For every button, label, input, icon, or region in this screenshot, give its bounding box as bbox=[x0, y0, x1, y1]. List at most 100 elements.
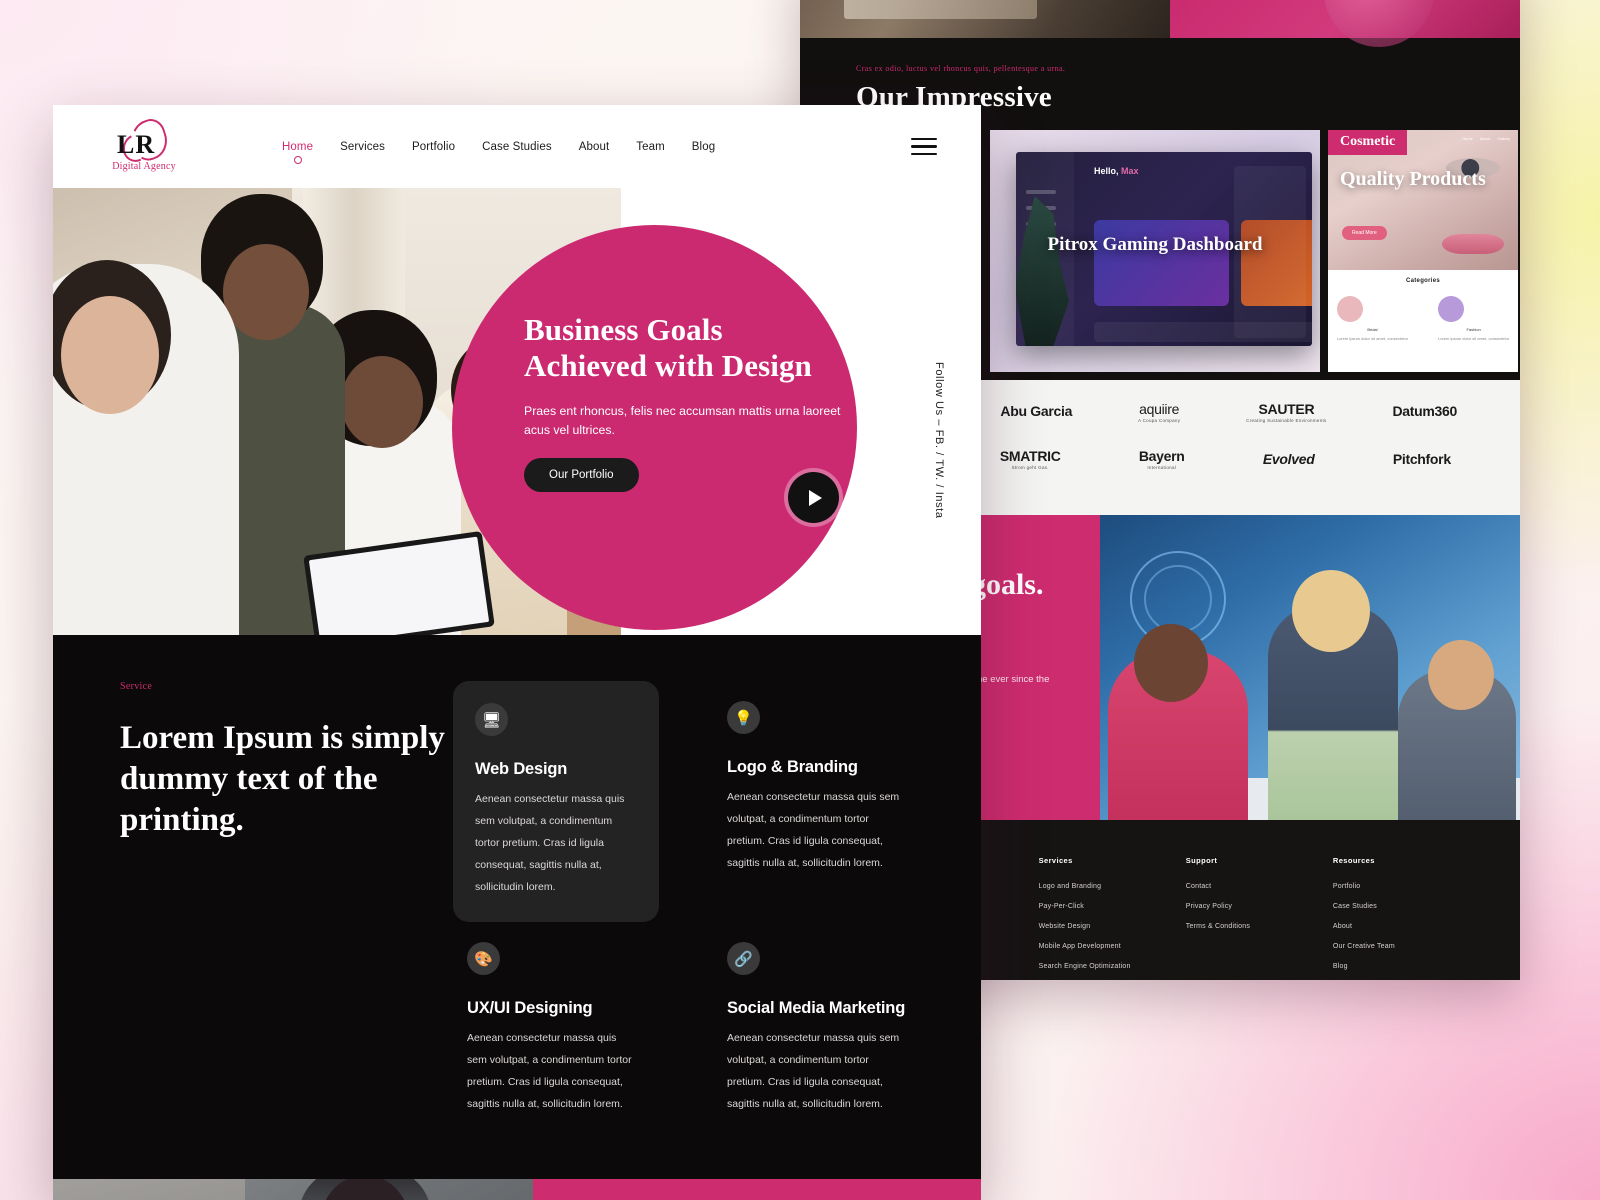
category-fashion[interactable]: Fashion Lorem ipsum dolor sit amet, cons… bbox=[1438, 296, 1509, 342]
footer-link[interactable]: Blog bbox=[1333, 963, 1480, 970]
hero-text-block: Business Goals Achieved with Design Prae… bbox=[524, 312, 844, 492]
sidebar-item bbox=[1026, 190, 1056, 194]
service-card-web-design[interactable]: 🖥 Web Design Aenean consectetur massa qu… bbox=[453, 681, 659, 923]
photo-person-2-face bbox=[223, 244, 309, 340]
game-list-row bbox=[1094, 322, 1312, 342]
hamburger-bar bbox=[911, 145, 937, 148]
client-logo: SMATRIC Strom geht Gas. bbox=[1000, 449, 1061, 470]
fashion-sub: Lorem ipsum dolor sit amet, consectetur bbox=[1438, 336, 1510, 341]
footer-link[interactable]: Logo and Branding bbox=[1039, 883, 1186, 890]
footer-link[interactable]: Portfolio bbox=[1333, 883, 1480, 890]
footer-link[interactable]: Terms & Conditions bbox=[1186, 923, 1333, 930]
service-card-logo-branding[interactable]: 💡 Logo & Branding Aenean consectetur mas… bbox=[727, 681, 933, 922]
footer-column-services: Services Logo and Branding Pay-Per-Click… bbox=[1039, 856, 1186, 980]
fashion-icon bbox=[1438, 296, 1464, 322]
service-card-body: Aenean consectetur massa quis sem volutp… bbox=[475, 793, 625, 894]
site-header: LR Digital Agency Home Services Portfoli… bbox=[53, 105, 981, 188]
footer-link[interactable]: Contact bbox=[1186, 883, 1333, 890]
lead-from-front-panel: We Lead from the Front Aenean consectetu… bbox=[53, 1179, 533, 1200]
client-logo: Evolved bbox=[1262, 450, 1315, 469]
cosmetic-categories: Categories Bridal Lorem ipsum dolor sit … bbox=[1328, 278, 1518, 342]
footer-link[interactable]: Case Studies bbox=[1333, 903, 1480, 910]
bridal-icon bbox=[1336, 296, 1363, 322]
portfolio-eyebrow: Cras ex odio, luctus vel rhoncus quis, p… bbox=[856, 64, 1066, 73]
hamburger-menu-icon[interactable] bbox=[911, 137, 937, 156]
cos-nav-gallery[interactable]: Gallery bbox=[1497, 136, 1510, 141]
foreground-webpage-mockup: LR Digital Agency Home Services Portfoli… bbox=[53, 105, 981, 1200]
portfolio-card-gaming[interactable]: Hello, Max Pitrox Gaming Dashboard bbox=[990, 130, 1320, 372]
footer-link[interactable]: Privacy Policy bbox=[1186, 903, 1333, 910]
footer-link[interactable]: About bbox=[1333, 923, 1480, 930]
categories-heading: Categories bbox=[1405, 278, 1440, 284]
service-card-title: UX/UI Designing bbox=[467, 999, 593, 1018]
nav-item-blog[interactable]: Blog bbox=[692, 141, 715, 153]
footer-link[interactable]: Our Creative Team bbox=[1333, 943, 1480, 950]
portfolio-card-cosmetic[interactable]: Home About Gallery Cosmetic Quality Prod… bbox=[1328, 130, 1518, 372]
bridal-label: Bridal bbox=[1367, 327, 1378, 332]
footer-link[interactable]: Mobile App Development bbox=[1039, 943, 1186, 950]
hero-heading-line-1: Business Goals bbox=[524, 312, 723, 347]
services-section: Service Lorem Ipsum is simply dummy text… bbox=[53, 635, 981, 1180]
services-eyebrow: Service bbox=[120, 681, 153, 692]
client-logo-name: SAUTER bbox=[1258, 401, 1315, 417]
design-tools-icon: 🎨 bbox=[467, 942, 500, 976]
cos-nav-home[interactable]: Home bbox=[1462, 136, 1473, 141]
greeting-name: Max bbox=[1121, 166, 1139, 176]
client-logo: aquiire A Coupa Company bbox=[1138, 402, 1180, 423]
hero-section: Business Goals Achieved with Design Prae… bbox=[53, 188, 981, 635]
client-logo-name: Datum360 bbox=[1392, 403, 1458, 420]
follow-us-label: Follow Us – FB. / TW. / Insta bbox=[933, 362, 945, 519]
cosmetic-read-more-button[interactable]: Read More bbox=[1342, 226, 1387, 240]
canvas: Cras ex odio, luctus vel rhoncus quis, p… bbox=[0, 0, 1600, 1200]
tech-overlay-ring-inner bbox=[1144, 564, 1212, 633]
nav-item-team[interactable]: Team bbox=[636, 141, 665, 153]
client-logo-name: Pitchfork bbox=[1392, 450, 1451, 467]
photo-person-1-face bbox=[61, 296, 159, 414]
top-photo-pink bbox=[1170, 0, 1520, 47]
network-share-icon: 🔗 bbox=[727, 942, 760, 976]
photo-person-3-face bbox=[341, 356, 423, 448]
play-video-button[interactable] bbox=[788, 472, 839, 523]
cos-nav-about[interactable]: About bbox=[1480, 136, 1490, 141]
footer-link[interactable]: Website Design bbox=[1039, 923, 1186, 930]
logo-initials: LR bbox=[117, 129, 156, 159]
our-portfolio-button[interactable]: Our Portfolio bbox=[524, 457, 639, 492]
client-logo-name: aquiire bbox=[1139, 401, 1180, 417]
client-logo: SAUTER Creating Sustainable Environments bbox=[1246, 402, 1326, 423]
cosmetic-nav[interactable]: Home About Gallery bbox=[1462, 136, 1510, 141]
services-card-grid: 🖥 Web Design Aenean consectetur massa qu… bbox=[453, 681, 981, 1139]
logo-mark: LR bbox=[109, 114, 179, 166]
category-bridal[interactable]: Bridal Lorem ipsum dolor sit amet, conse… bbox=[1336, 296, 1408, 342]
team-person-1-head bbox=[1134, 623, 1208, 702]
nav-item-portfolio[interactable]: Portfolio bbox=[412, 141, 455, 153]
brand-logo[interactable]: LR Digital Agency bbox=[105, 114, 183, 172]
bottom-band: We Lead from the Front Aenean consectetu… bbox=[53, 1179, 981, 1200]
nav-item-services[interactable]: Services bbox=[340, 141, 385, 153]
backpage-top-image-strip bbox=[800, 0, 1520, 47]
client-logo-name: Evolved bbox=[1262, 450, 1315, 467]
footer-link[interactable]: Search Engine Optimization bbox=[1039, 963, 1186, 970]
service-card-social-media[interactable]: 🔗 Social Media Marketing Aenean consecte… bbox=[727, 922, 933, 1139]
footer-heading: Resources bbox=[1332, 855, 1375, 865]
bridal-sub: Lorem ipsum dolor sit amet, consectetur bbox=[1336, 336, 1408, 341]
nav-item-home[interactable]: Home bbox=[282, 141, 313, 153]
footer-link[interactable]: Pay-Per-Click bbox=[1039, 903, 1186, 910]
play-icon bbox=[809, 489, 822, 506]
cosmetic-tag: Cosmetic bbox=[1328, 130, 1408, 155]
service-card-title: Logo & Branding bbox=[727, 758, 858, 776]
service-card-body: Aenean consectetur massa quis sem volutp… bbox=[727, 791, 900, 870]
fashion-label: Fashion bbox=[1466, 327, 1481, 332]
footer-heading: Services bbox=[1038, 855, 1073, 865]
nav-item-about[interactable]: About bbox=[579, 141, 610, 153]
client-logo-name: SMATRIC bbox=[999, 448, 1061, 465]
model-lips bbox=[1442, 234, 1504, 254]
video-help-panel: We Help Video to Create Digital Agency A… bbox=[533, 1179, 981, 1200]
hero-heading: Business Goals Achieved with Design bbox=[524, 312, 844, 385]
client-logo: Abu Garcia bbox=[1000, 404, 1072, 421]
client-logo: Datum360 bbox=[1393, 404, 1458, 421]
footer-column-support: Support Contact Privacy Policy Terms & C… bbox=[1186, 856, 1333, 980]
nav-item-case-studies[interactable]: Case Studies bbox=[482, 141, 552, 153]
hero-heading-line-2: Achieved with Design bbox=[524, 348, 812, 384]
cosmetic-title: Quality Products bbox=[1340, 168, 1486, 190]
service-card-ux-ui[interactable]: 🎨 UX/UI Designing Aenean consectetur mas… bbox=[453, 922, 659, 1139]
